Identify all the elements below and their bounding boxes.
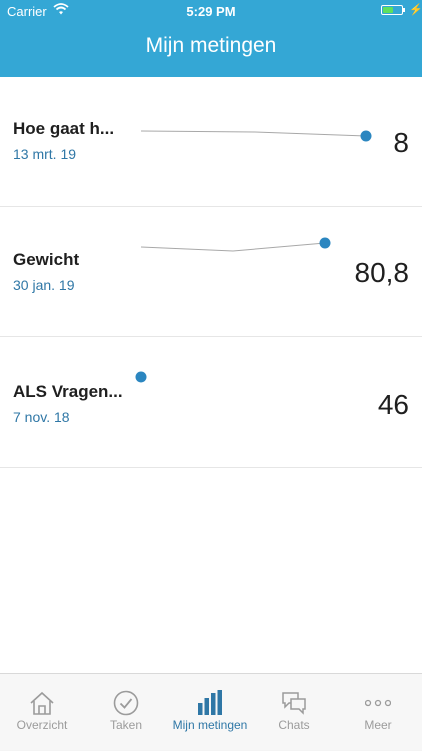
charging-bolt-icon: ⚡ bbox=[409, 4, 422, 16]
tab-label: Meer bbox=[364, 718, 392, 732]
tab-taken[interactable]: Taken bbox=[84, 674, 168, 751]
tab-overzicht[interactable]: Overzicht bbox=[0, 674, 84, 751]
sparkline-latest-dot bbox=[360, 130, 372, 142]
measurement-value: 46 bbox=[377, 389, 409, 420]
tab-label: Overzicht bbox=[16, 718, 68, 732]
tab-label: Chats bbox=[278, 718, 310, 732]
measurement-row[interactable]: Gewicht 30 jan. 19 80,8 bbox=[0, 207, 422, 337]
bar-chart-icon bbox=[198, 690, 222, 715]
app-header: Carrier 5:29 PM ⚡ Mijn metingen bbox=[0, 0, 422, 77]
status-time: 5:29 PM bbox=[186, 4, 236, 19]
measurement-date: 13 mrt. 19 bbox=[13, 146, 77, 162]
measurement-value: 80,8 bbox=[354, 257, 410, 288]
page-title: Mijn metingen bbox=[145, 34, 277, 57]
tab-chats[interactable]: Chats bbox=[252, 674, 336, 751]
measurement-name: ALS Vragen... bbox=[13, 382, 123, 401]
measurement-name: Hoe gaat h... bbox=[13, 119, 115, 138]
sparkline-line bbox=[140, 242, 326, 252]
sparkline-latest-dot bbox=[135, 371, 147, 383]
measurement-date: 30 jan. 19 bbox=[13, 277, 75, 293]
more-dots-icon bbox=[365, 699, 391, 707]
battery-icon bbox=[381, 5, 405, 15]
check-circle-icon bbox=[113, 690, 139, 716]
tab-meer[interactable]: Meer bbox=[336, 674, 420, 751]
tab-bar: Overzicht Taken Mijn metingen Chats Meer bbox=[0, 673, 422, 750]
measurement-row[interactable]: Hoe gaat h... 13 mrt. 19 8 bbox=[0, 77, 422, 207]
status-bar: Carrier 5:29 PM ⚡ bbox=[0, 0, 422, 22]
sparkline-chart bbox=[140, 130, 372, 142]
measurement-list: Hoe gaat h... 13 mrt. 19 8 Gewicht 30 ja… bbox=[0, 77, 422, 673]
tab-mijn-metingen[interactable]: Mijn metingen bbox=[168, 674, 252, 751]
measurement-name: Gewicht bbox=[13, 250, 80, 269]
tab-label: Mijn metingen bbox=[172, 718, 248, 732]
home-icon bbox=[30, 691, 54, 715]
tab-label: Taken bbox=[109, 718, 143, 732]
measurement-date: 7 nov. 18 bbox=[13, 409, 70, 425]
sparkline-line bbox=[140, 130, 367, 137]
sparkline-chart bbox=[135, 371, 147, 383]
measurement-row[interactable]: ALS Vragen... 7 nov. 18 46 bbox=[0, 338, 422, 468]
measurement-value: 8 bbox=[393, 127, 409, 158]
chat-bubbles-icon bbox=[282, 692, 306, 715]
sparkline-latest-dot bbox=[319, 237, 331, 249]
